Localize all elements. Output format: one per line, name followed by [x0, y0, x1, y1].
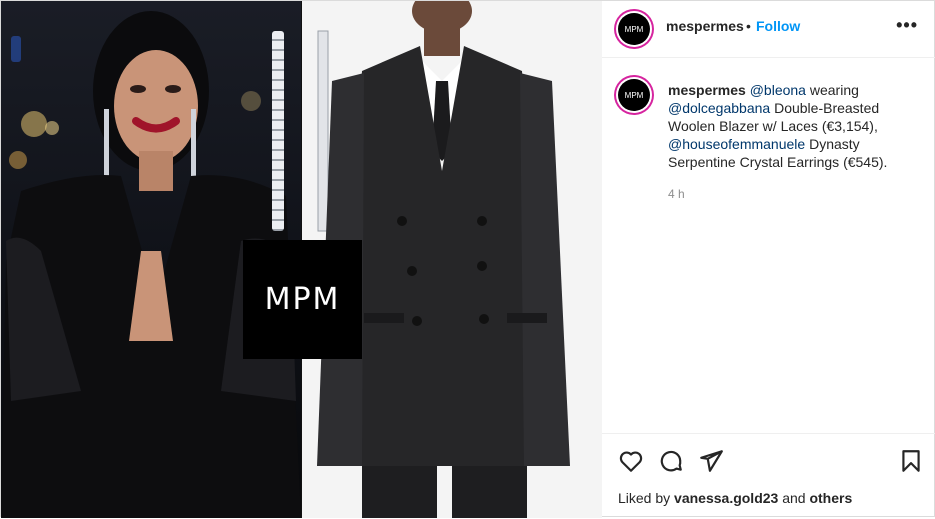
mention-houseofemmanuele[interactable]: @houseofemmanuele — [668, 136, 805, 152]
comment-icon[interactable] — [658, 448, 684, 474]
more-options-icon[interactable]: ••• — [896, 15, 918, 36]
caption-avatar[interactable]: MPM — [618, 79, 650, 111]
mention-dolcegabbana[interactable]: @dolcegabbana — [668, 100, 770, 116]
header-username[interactable]: mespermes — [666, 18, 744, 34]
post-side-panel: MPM mespermes • Follow ••• MPM mespermes… — [602, 1, 935, 518]
liked-prefix: Liked by — [618, 490, 675, 506]
mention-bleona[interactable]: @bleona — [750, 82, 806, 98]
liked-user-link[interactable]: vanessa.gold23 — [674, 490, 778, 506]
bookmark-icon[interactable] — [898, 448, 924, 474]
post-actions: Liked by vanessa.gold23 and others — [602, 433, 935, 519]
heart-icon[interactable] — [618, 448, 644, 474]
follow-button[interactable]: Follow — [756, 18, 800, 34]
post-media[interactable]: MPM — [1, 1, 602, 518]
liked-middle: and — [778, 490, 810, 506]
header-separator: • — [746, 18, 751, 34]
liked-by-text: Liked by vanessa.gold23 and others — [618, 490, 852, 506]
post-header: MPM mespermes • Follow ••• — [602, 1, 935, 58]
caption-username[interactable]: mespermes — [668, 82, 746, 98]
caption-text-1: wearing — [805, 82, 859, 98]
avatar[interactable]: MPM — [618, 13, 650, 45]
post-caption: mespermes @bleona wearing @dolcegabbana … — [668, 81, 918, 171]
liked-others-link[interactable]: others — [809, 490, 852, 506]
mpm-logo-watermark: MPM — [243, 240, 362, 359]
post-timestamp[interactable]: 4 h — [668, 187, 685, 201]
send-icon[interactable] — [698, 448, 724, 474]
instagram-post: MPM MPM mespermes • Follow ••• MPM mespe… — [0, 0, 935, 518]
